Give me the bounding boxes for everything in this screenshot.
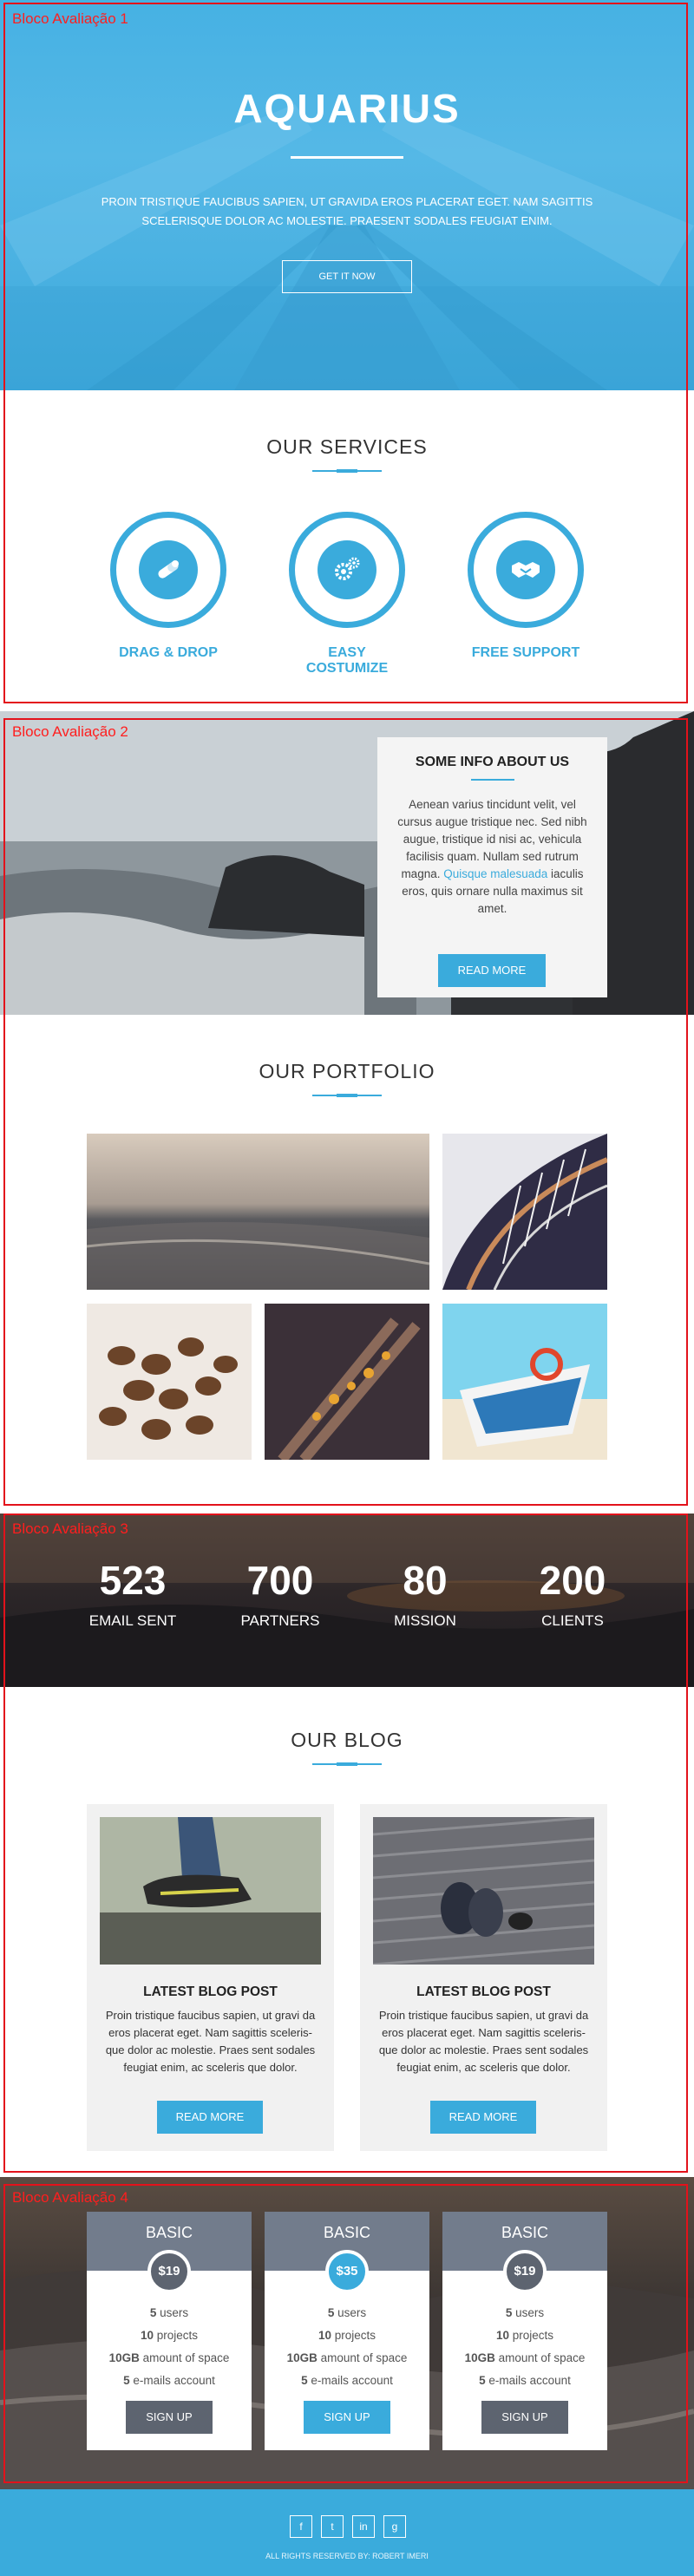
plan-price: $19 [147, 2250, 191, 2293]
plan-feature-projects: 10 projects [140, 2329, 199, 2342]
blog-card: LATEST BLOG POST Proin tristique faucibu… [87, 1804, 334, 2151]
copyright-text: ALL RIGHTS RESERVED BY: ROBERT IMERI [265, 2552, 429, 2560]
stat-email-sent: 523 EMAIL SENT [63, 1557, 202, 1630]
about-text: Aenean varius tincidunt velit, vel cursu… [395, 796, 590, 918]
stat-label: EMAIL SENT [88, 1612, 177, 1629]
portfolio-item-bench[interactable] [265, 1304, 429, 1460]
blog-read-more-button[interactable]: READ MORE [430, 2101, 536, 2134]
sign-up-button[interactable]: SIGN UP [126, 2401, 213, 2434]
blog-section: OUR BLOG LATEST BLOG POST Proin tristiqu… [0, 1687, 694, 2177]
stat-label: CLIENTS [541, 1612, 604, 1629]
pricing-plan: BASIC $19 5 users 10 projects 10GB amoun… [442, 2212, 607, 2450]
linkedin-icon[interactable]: in [352, 2515, 375, 2538]
hero-title: AQUARIUS [233, 86, 461, 131]
stat-label: MISSION [394, 1612, 456, 1629]
plan-feature-email: 5 e-mails account [479, 2374, 571, 2387]
portfolio-section: OUR PORTFOLIO [0, 1015, 694, 1514]
pills-icon [139, 540, 198, 599]
service-ring [289, 512, 405, 628]
blog-post-title: LATEST BLOG POST [416, 1984, 551, 1999]
about-divider [470, 779, 514, 781]
stat-number: 523 [99, 1558, 167, 1603]
services-section: OUR SERVICES DRAG & DROP EASY COSTUMIZE … [0, 390, 694, 711]
evaluation-block-label: Bloco Avaliação 3 [12, 1520, 128, 1537]
stat-number: 200 [539, 1558, 606, 1603]
plan-feature-users: 5 users [327, 2306, 367, 2319]
about-title: SOME INFO ABOUT US [415, 755, 570, 769]
service-ring [468, 512, 584, 628]
portfolio-item-staircase[interactable] [442, 1134, 607, 1290]
evaluation-block-label: Bloco Avaliação 1 [12, 10, 128, 27]
portfolio-item-beach[interactable] [87, 1134, 429, 1290]
plan-feature-space: 10GB amount of space [464, 2351, 586, 2364]
footer: f t in g ALL RIGHTS RESERVED BY: ROBERT … [0, 2489, 694, 2576]
handshake-icon [496, 540, 555, 599]
pricing-section: BASIC $19 5 users 10 projects 10GB amoun… [0, 2177, 694, 2489]
service-easy-customize[interactable]: EASY COSTUMIZE [286, 512, 408, 677]
stat-mission: 80 MISSION [356, 1557, 494, 1630]
plan-feature-email: 5 e-mails account [123, 2374, 215, 2387]
blog-card: LATEST BLOG POST Proin tristique faucibu… [360, 1804, 607, 2151]
portfolio-title: OUR PORTFOLIO [259, 1060, 435, 1082]
plan-features: 5 users 10 projects 10GB amount of space… [442, 2302, 607, 2392]
evaluation-block-label: Bloco Avaliação 4 [12, 2189, 128, 2206]
plan-feature-space: 10GB amount of space [108, 2351, 230, 2364]
portfolio-item-coffee[interactable] [87, 1304, 252, 1460]
blog-post-excerpt: Proin tristique faucibus sapien, ut grav… [105, 2009, 316, 2074]
evaluation-block-label: Bloco Avaliação 2 [12, 723, 128, 740]
plan-feature-projects: 10 projects [318, 2329, 376, 2342]
stats-section: 523 EMAIL SENT 700 PARTNERS 80 MISSION 2… [0, 1514, 694, 1687]
blog-title: OUR BLOG [291, 1729, 403, 1751]
hero-divider [291, 156, 403, 159]
about-read-more-button[interactable]: READ MORE [438, 954, 546, 987]
googleplus-icon[interactable]: g [383, 2515, 406, 2538]
about-link[interactable]: Quisque malesuada [443, 867, 547, 880]
plan-feature-users: 5 users [505, 2306, 545, 2319]
twitter-icon[interactable]: t [321, 2515, 344, 2538]
plan-price: $19 [503, 2250, 547, 2293]
pricing-plan: BASIC $35 5 users 10 projects 10GB amoun… [265, 2212, 429, 2450]
plan-features: 5 users 10 projects 10GB amount of space… [87, 2302, 252, 2392]
service-label: FREE SUPPORT [471, 645, 580, 660]
service-free-support[interactable]: FREE SUPPORT [465, 512, 586, 661]
services-divider-accent [337, 469, 357, 473]
about-card: SOME INFO ABOUT US Aenean varius tincidu… [377, 737, 607, 997]
service-label: DRAG & DROP [119, 645, 218, 660]
service-drag-drop[interactable]: DRAG & DROP [108, 512, 229, 661]
stat-clients: 200 CLIENTS [503, 1557, 642, 1630]
blog-read-more-button[interactable]: READ MORE [157, 2101, 263, 2134]
plan-features: 5 users 10 projects 10GB amount of space… [265, 2302, 429, 2392]
blog-image-sneaker[interactable] [100, 1817, 321, 1965]
sign-up-button[interactable]: SIGN UP [304, 2401, 390, 2434]
plan-feature-email: 5 e-mails account [301, 2374, 393, 2387]
sign-up-button[interactable]: SIGN UP [481, 2401, 568, 2434]
plan-price: $35 [325, 2250, 369, 2293]
service-ring [110, 512, 226, 628]
stat-number: 80 [403, 1558, 448, 1603]
services-title: OUR SERVICES [266, 435, 428, 458]
gears-icon [318, 540, 376, 599]
hero-section: AQUARIUS PROIN TRISTIQUE FAUCIBUS SAPIEN… [0, 0, 694, 390]
plan-feature-users: 5 users [149, 2306, 189, 2319]
stat-label: PARTNERS [240, 1612, 320, 1629]
stat-number: 700 [246, 1558, 314, 1603]
blog-divider-accent [337, 1762, 357, 1766]
get-it-now-button[interactable]: GET IT NOW [282, 260, 412, 293]
facebook-icon[interactable]: f [290, 2515, 312, 2538]
blog-post-excerpt: Proin tristique faucibus sapien, ut grav… [378, 2009, 589, 2074]
service-label: EASY COSTUMIZE [305, 645, 389, 676]
about-section: SOME INFO ABOUT US Aenean varius tincidu… [0, 711, 694, 1015]
plan-feature-projects: 10 projects [495, 2329, 554, 2342]
blog-image-couple[interactable] [373, 1817, 594, 1965]
plan-feature-space: 10GB amount of space [286, 2351, 408, 2364]
blog-post-title: LATEST BLOG POST [143, 1984, 278, 1999]
portfolio-divider-accent [337, 1094, 357, 1097]
portfolio-item-boat[interactable] [442, 1304, 607, 1460]
stat-partners: 700 PARTNERS [211, 1557, 350, 1630]
hero-tagline: PROIN TRISTIQUE FAUCIBUS SAPIEN, UT GRAV… [101, 195, 593, 227]
pricing-plan: BASIC $19 5 users 10 projects 10GB amoun… [87, 2212, 252, 2450]
